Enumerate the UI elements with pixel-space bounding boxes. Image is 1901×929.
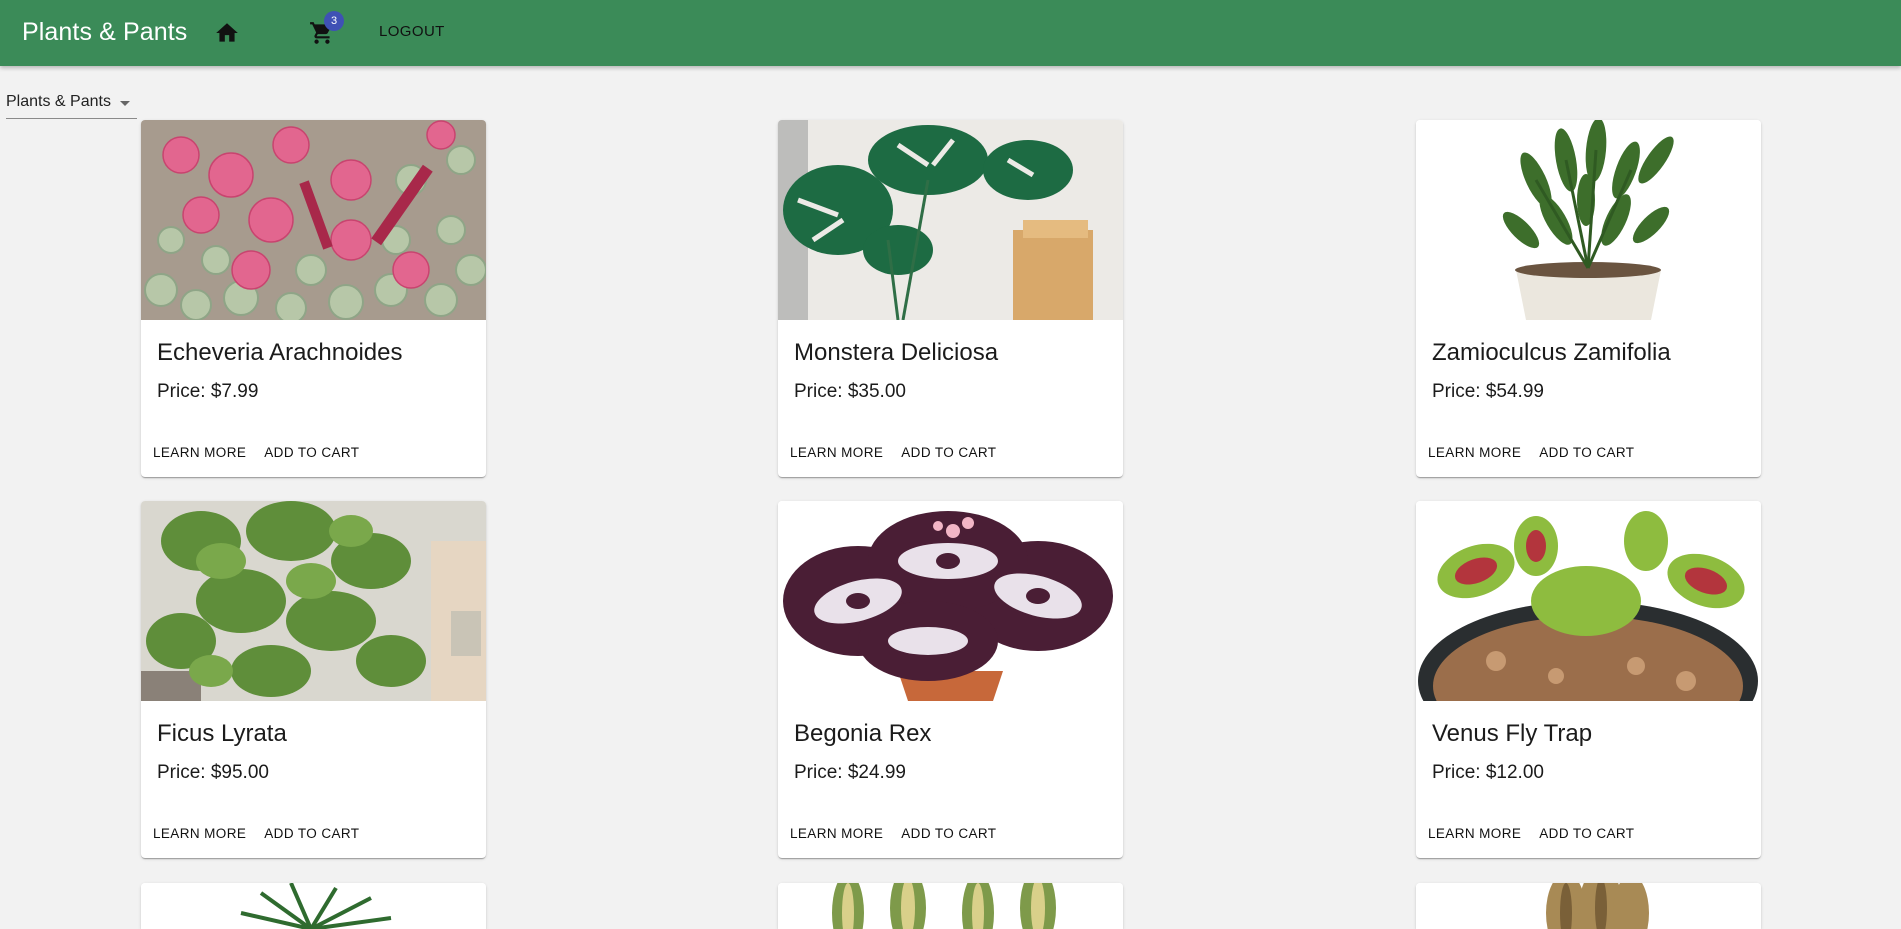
add-to-cart-button[interactable]: ADD TO CART bbox=[901, 826, 996, 841]
cart-count-badge: 3 bbox=[324, 11, 344, 31]
product-name: Ficus Lyrata bbox=[157, 720, 287, 747]
product-price: Price: $54.99 bbox=[1432, 381, 1544, 402]
store-select[interactable]: Plants & Pants bbox=[6, 90, 137, 119]
product-name: Zamioculcus Zamifolia bbox=[1432, 339, 1671, 366]
product-name: Echeveria Arachnoides bbox=[157, 339, 403, 366]
add-to-cart-button[interactable]: ADD TO CART bbox=[264, 445, 359, 460]
cart-button[interactable]: 3 bbox=[309, 11, 344, 46]
product-price: Price: $7.99 bbox=[157, 381, 259, 402]
product-price: Price: $35.00 bbox=[794, 381, 906, 402]
learn-more-button[interactable]: LEARN MORE bbox=[153, 826, 246, 841]
product-name: Monstera Deliciosa bbox=[794, 339, 999, 366]
product-image-monstera[interactable] bbox=[778, 120, 1123, 320]
add-to-cart-button[interactable]: ADD TO CART bbox=[264, 826, 359, 841]
logout-button[interactable]: LOGOUT bbox=[379, 23, 445, 40]
product-image-palm[interactable] bbox=[141, 883, 486, 929]
product-card bbox=[141, 883, 486, 929]
product-card bbox=[1416, 883, 1761, 929]
product-image-ficus[interactable] bbox=[141, 501, 486, 701]
add-to-cart-button[interactable]: ADD TO CART bbox=[1539, 445, 1634, 460]
product-price: Price: $12.00 bbox=[1432, 762, 1544, 783]
app-bar: Plants & Pants 3 LOGOUT bbox=[0, 0, 1901, 66]
app-title: Plants & Pants bbox=[22, 18, 188, 46]
product-card: Echeveria Arachnoides Price: $7.99 LEARN… bbox=[141, 120, 486, 477]
product-image-echeveria[interactable] bbox=[141, 120, 486, 320]
product-image-venus-fly-trap[interactable] bbox=[1416, 501, 1761, 701]
dropdown-arrow-icon bbox=[120, 101, 130, 106]
learn-more-button[interactable]: LEARN MORE bbox=[1428, 826, 1521, 841]
learn-more-button[interactable]: LEARN MORE bbox=[153, 445, 246, 460]
product-name: Begonia Rex bbox=[794, 720, 932, 747]
store-select-value: Plants & Pants bbox=[6, 93, 111, 110]
product-card: Monstera Deliciosa Price: $35.00 LEARN M… bbox=[778, 120, 1123, 477]
product-card: Zamioculcus Zamifolia Price: $54.99 LEAR… bbox=[1416, 120, 1761, 477]
product-image-gold-plant[interactable] bbox=[1416, 883, 1761, 929]
product-card: Begonia Rex Price: $24.99 LEARN MORE ADD… bbox=[778, 501, 1123, 858]
product-price: Price: $24.99 bbox=[794, 762, 906, 783]
product-image-begonia[interactable] bbox=[778, 501, 1123, 701]
learn-more-button[interactable]: LEARN MORE bbox=[790, 826, 883, 841]
product-name: Venus Fly Trap bbox=[1432, 720, 1593, 747]
product-card bbox=[778, 883, 1123, 929]
product-card: Venus Fly Trap Price: $12.00 LEARN MORE … bbox=[1416, 501, 1761, 858]
home-icon bbox=[216, 23, 238, 42]
add-to-cart-button[interactable]: ADD TO CART bbox=[901, 445, 996, 460]
product-image-snake-plant[interactable] bbox=[778, 883, 1123, 929]
learn-more-button[interactable]: LEARN MORE bbox=[1428, 445, 1521, 460]
product-price: Price: $95.00 bbox=[157, 762, 269, 783]
product-card: Ficus Lyrata Price: $95.00 LEARN MORE AD… bbox=[141, 501, 486, 858]
add-to-cart-button[interactable]: ADD TO CART bbox=[1539, 826, 1634, 841]
home-button[interactable] bbox=[214, 20, 240, 46]
learn-more-button[interactable]: LEARN MORE bbox=[790, 445, 883, 460]
product-image-zamioculcus[interactable] bbox=[1416, 120, 1761, 320]
